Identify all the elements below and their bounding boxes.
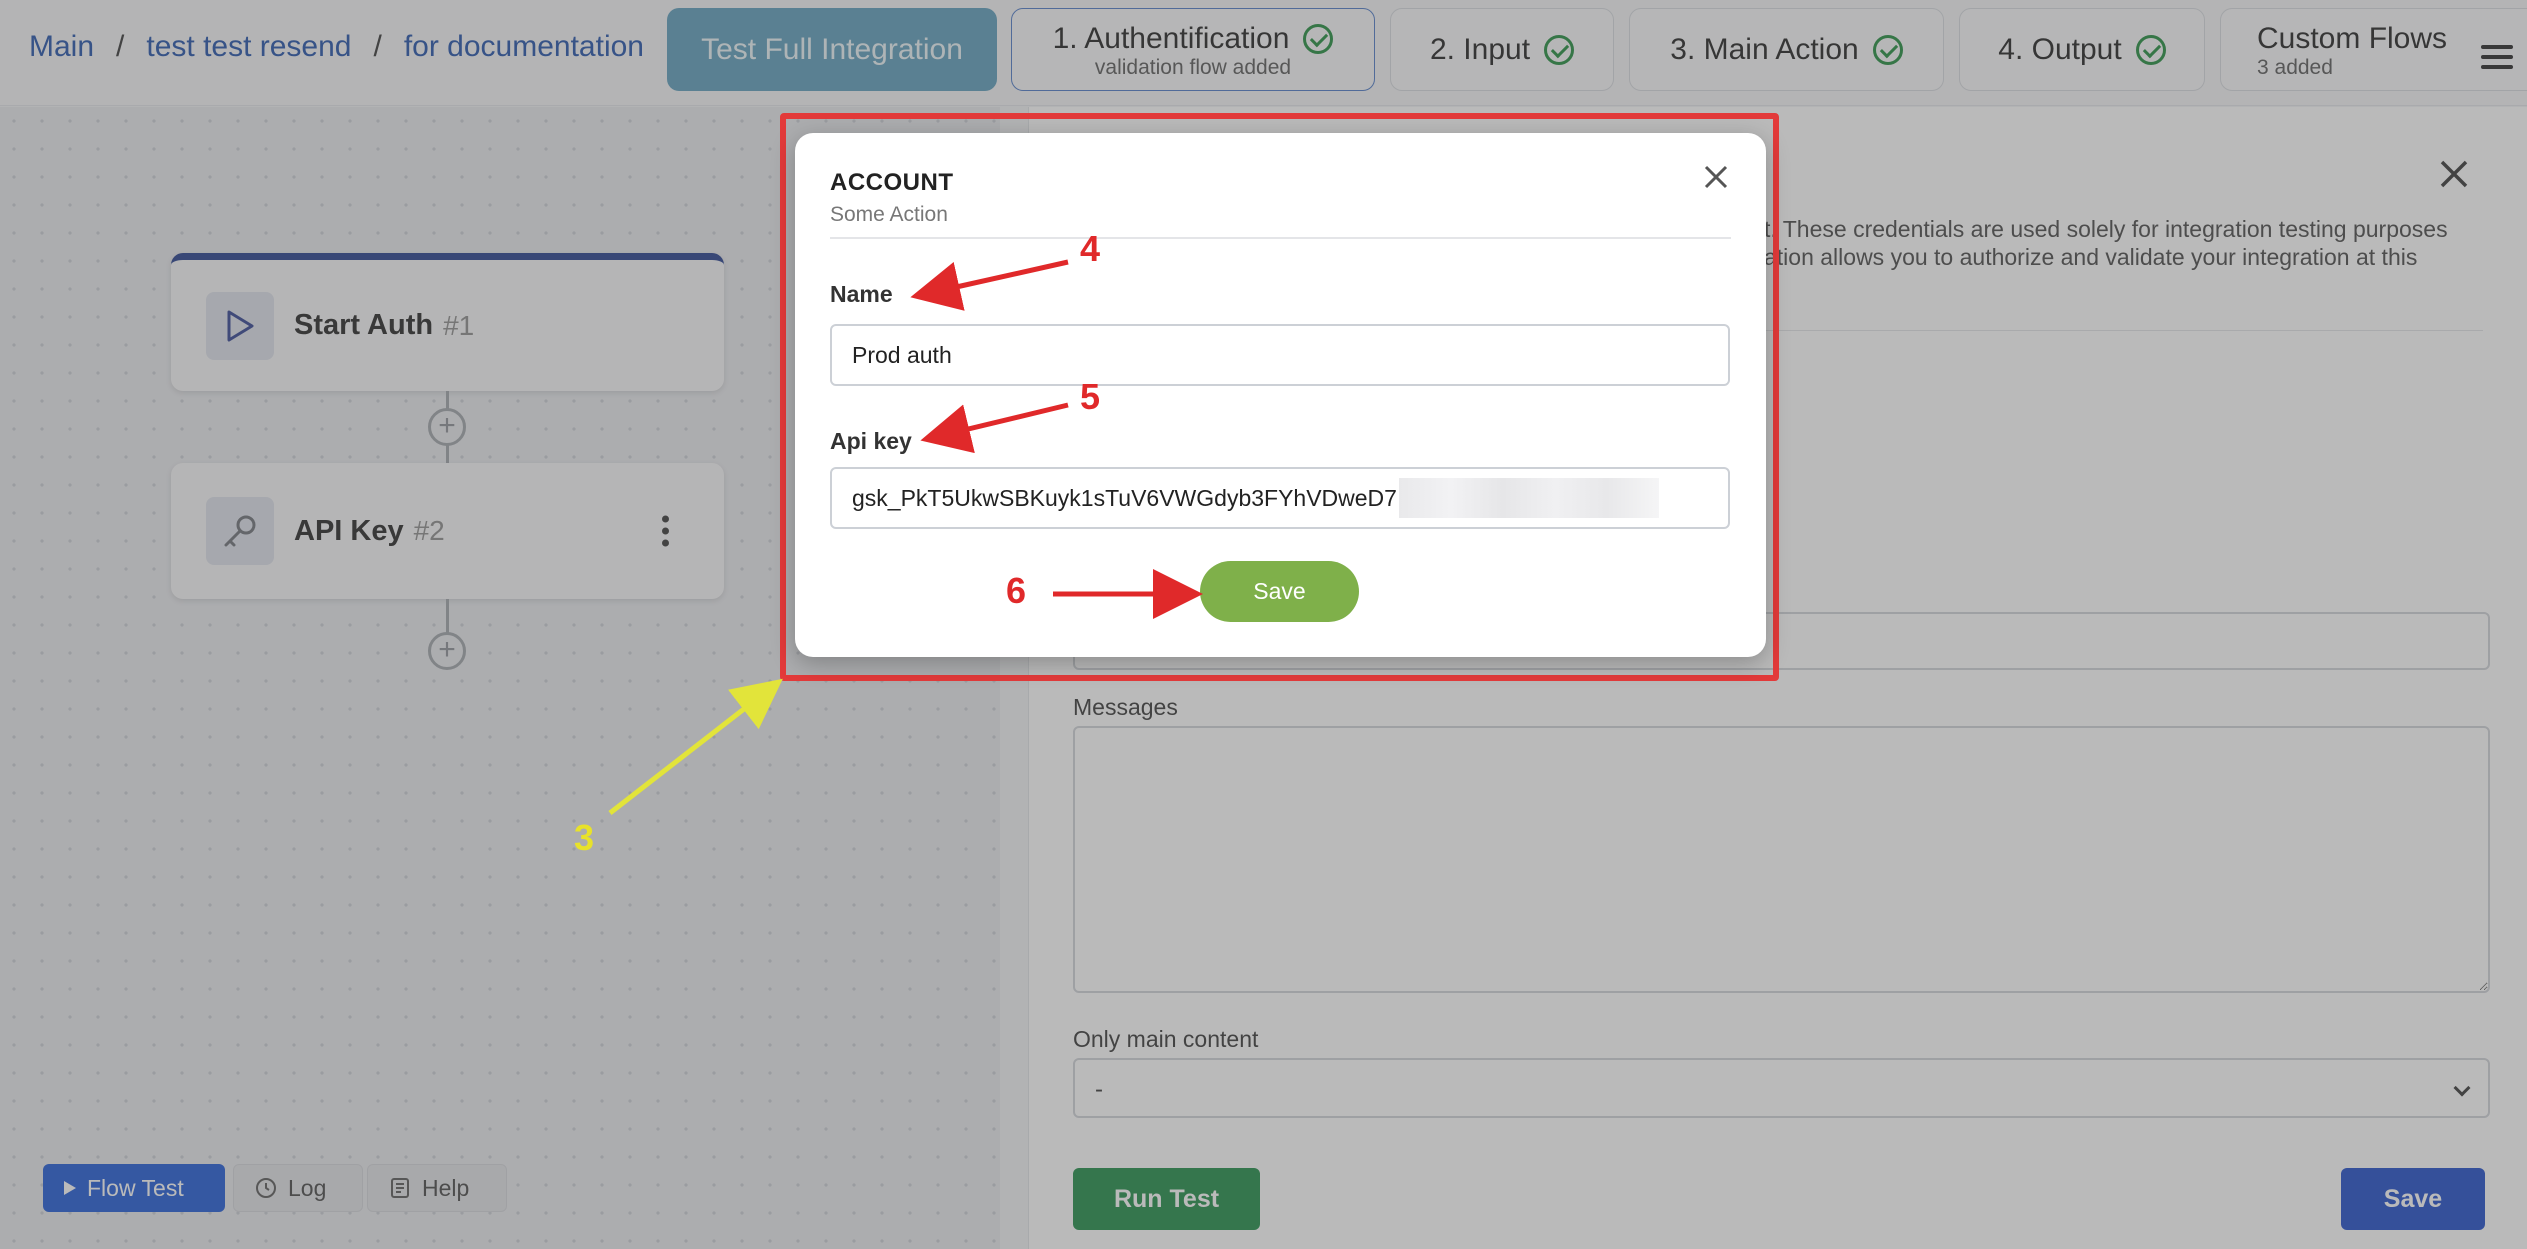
close-icon[interactable] — [1696, 157, 1736, 197]
annotation-number-5: 5 — [1080, 376, 1101, 417]
modal-save-button[interactable]: Save — [1200, 561, 1359, 622]
annotation-number-3: 3 — [574, 817, 595, 858]
input-value: Prod auth — [852, 341, 952, 368]
api-key-label: Api key — [830, 428, 912, 454]
input-value: gsk_PkT5UkwSBKuyk1sTuV6VWGdyb3FYhVDweD7 — [852, 484, 1397, 511]
divider — [830, 237, 1731, 239]
modal-title: ACCOUNT — [830, 169, 954, 196]
redacted-blur — [1398, 478, 1659, 518]
name-label: Name — [830, 281, 893, 307]
account-modal: ACCOUNT Some Action Name Prod auth Api k… — [795, 133, 1766, 657]
api-key-input[interactable]: gsk_PkT5UkwSBKuyk1sTuV6VWGdyb3FYhVDweD7 — [830, 467, 1730, 529]
annotation-number-6: 6 — [1006, 570, 1027, 611]
annotation-number-4: 4 — [1080, 228, 1101, 269]
modal-subtitle: Some Action — [830, 203, 948, 226]
name-input[interactable]: Prod auth — [830, 324, 1730, 386]
